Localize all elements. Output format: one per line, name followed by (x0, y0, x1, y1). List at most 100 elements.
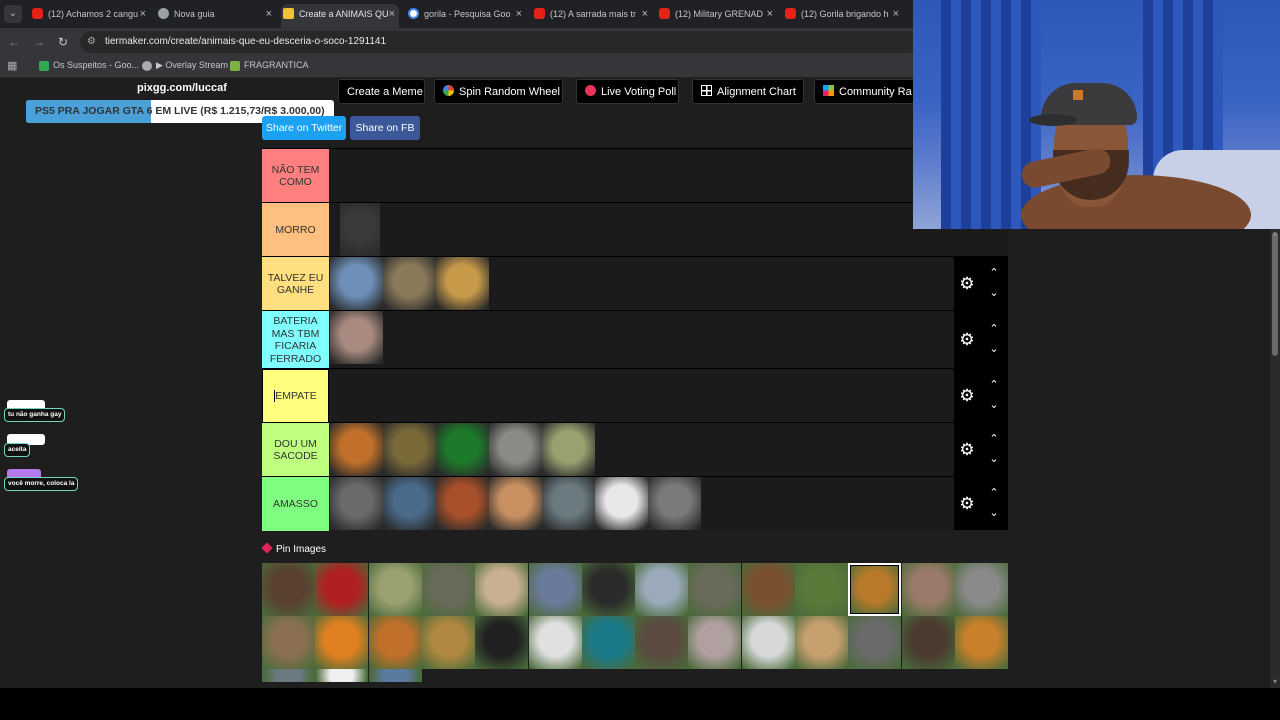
scroll-down-arrow[interactable]: ▾ (1270, 677, 1280, 687)
close-tab-icon[interactable]: × (767, 4, 773, 24)
giraffe-image[interactable] (436, 257, 489, 310)
reload-button[interactable]: ↻ (55, 34, 71, 50)
elephant-image[interactable] (489, 423, 542, 476)
bison-image[interactable] (262, 563, 315, 616)
alignment-chart-button[interactable]: Alignment Chart (692, 79, 804, 104)
scroll-up-arrow[interactable]: ▴ (1270, 229, 1280, 239)
close-tab-icon[interactable]: × (516, 4, 522, 24)
create-meme-button[interactable]: Create a Meme (338, 79, 425, 104)
caracal-image[interactable] (489, 477, 542, 530)
chevron-up-icon[interactable]: ⌃ (988, 434, 1000, 445)
bookmark-os-suspeitos[interactable]: Os Suspeitos - Goo... (39, 60, 139, 71)
crocodile-image[interactable] (795, 563, 848, 616)
otter-image[interactable] (262, 616, 315, 669)
rhino-image[interactable] (848, 616, 902, 669)
tier-label[interactable]: EMPATE (262, 369, 329, 423)
bookmark-overlay-stream[interactable]: ▶ Overlay Stream (142, 60, 228, 71)
wolf-image[interactable] (954, 563, 1008, 616)
close-tab-icon[interactable]: × (389, 4, 395, 24)
mole-image[interactable] (436, 477, 489, 530)
forward-button[interactable]: → (31, 34, 47, 50)
black-panther-image[interactable] (475, 616, 529, 669)
chevron-down-icon[interactable]: ⌄ (988, 400, 1000, 411)
eagle-image[interactable] (330, 257, 383, 310)
chevron-down-icon[interactable]: ⌄ (988, 288, 1000, 299)
kangaroo-image[interactable] (901, 563, 955, 616)
seal-image[interactable] (262, 669, 315, 682)
hyena-image[interactable] (475, 563, 529, 616)
seal-image[interactable] (542, 477, 595, 530)
tier-label[interactable]: BATERIA MAS TBM FICARIA FERRADO (262, 311, 329, 369)
snake-image[interactable] (436, 423, 489, 476)
boar-image[interactable] (901, 616, 955, 669)
chevron-up-icon[interactable]: ⌃ (988, 324, 1000, 335)
tier-label[interactable]: TALVEZ EU GANHE (262, 257, 329, 311)
tab-search-button[interactable]: ⌄ (4, 5, 22, 23)
community-rank-button[interactable]: Community Ra (814, 79, 924, 104)
browser-tab[interactable]: Nova guia × (156, 4, 276, 28)
gorilla-image[interactable] (340, 203, 380, 256)
cheetah-image[interactable] (368, 563, 422, 616)
gear-icon[interactable]: ⚙ (958, 275, 976, 293)
tier-label[interactable]: MORRO (262, 203, 329, 257)
back-button[interactable]: ← (6, 34, 22, 50)
tier-label[interactable]: AMASSO (262, 477, 329, 531)
gear-icon[interactable]: ⚙ (958, 387, 976, 405)
gear-icon[interactable]: ⚙ (958, 331, 976, 349)
lion-image[interactable] (848, 563, 902, 616)
browser-tab[interactable]: (12) Achamos 2 cangu × (30, 4, 150, 28)
orangutan-image[interactable] (368, 616, 422, 669)
warthog-image[interactable] (688, 563, 742, 616)
close-tab-icon[interactable]: × (266, 4, 272, 24)
panda-image[interactable] (315, 669, 369, 682)
close-tab-icon[interactable]: × (642, 4, 648, 24)
goose-image[interactable] (595, 477, 648, 530)
moose-image[interactable] (383, 257, 436, 310)
ostrich-image[interactable] (330, 477, 383, 530)
peacock-image[interactable] (581, 616, 635, 669)
ape-image[interactable] (330, 311, 383, 364)
bird-image[interactable] (795, 616, 848, 669)
tier-label[interactable]: DOU UM SACODE (262, 423, 329, 477)
apps-icon[interactable]: ▦ (7, 60, 19, 72)
share-fb-button[interactable]: Share on FB (350, 116, 420, 140)
chevron-up-icon[interactable]: ⌃ (988, 380, 1000, 391)
scrollbar-thumb[interactable] (1272, 232, 1278, 356)
red-panther-image[interactable] (315, 563, 369, 616)
gear-icon[interactable]: ⚙ (958, 441, 976, 459)
raccoon-image[interactable] (648, 477, 701, 530)
cheetah-image[interactable] (542, 423, 595, 476)
gear-icon[interactable]: ⚙ (958, 495, 976, 513)
chevron-down-icon[interactable]: ⌄ (988, 454, 1000, 465)
bald-eagle-image[interactable] (421, 563, 475, 616)
tier-label[interactable]: NÃO TEM COMO (262, 149, 329, 203)
penguin-image[interactable] (741, 616, 795, 669)
rottweiler-image[interactable] (581, 563, 635, 616)
shark-image[interactable] (368, 669, 422, 682)
chevron-down-icon[interactable]: ⌄ (988, 508, 1000, 519)
chevron-up-icon[interactable]: ⌃ (988, 268, 1000, 279)
turkey-image[interactable] (635, 616, 689, 669)
bookmark-fragrantica[interactable]: FRAGRANTICA (230, 60, 309, 71)
zebra-image[interactable] (383, 477, 436, 530)
chevron-down-icon[interactable]: ⌄ (988, 344, 1000, 355)
hippo-image[interactable] (528, 563, 582, 616)
spin-wheel-button[interactable]: Spin Random Wheel (434, 79, 563, 104)
orangutan-image[interactable] (330, 423, 383, 476)
red-monkey-image[interactable] (315, 616, 369, 669)
address-bar[interactable]: ⚙ tiermaker.com/create/animais-que-eu-de… (80, 31, 920, 53)
live-poll-button[interactable]: Live Voting Poll (576, 79, 679, 104)
close-tab-icon[interactable]: × (893, 4, 899, 24)
browser-tab[interactable]: (12) Gorila brigando h × (783, 4, 903, 28)
close-tab-icon[interactable]: × (140, 4, 146, 24)
browser-tab[interactable]: (12) Military GRENAD × (657, 4, 777, 28)
tiger-image[interactable] (954, 616, 1008, 669)
chevron-up-icon[interactable]: ⌃ (988, 488, 1000, 499)
husky-image[interactable] (635, 563, 689, 616)
swan-image[interactable] (528, 616, 582, 669)
browser-tab[interactable]: gorila - Pesquisa Goo × (406, 4, 526, 28)
browser-tab[interactable]: Create a ANIMAIS QU × (281, 4, 399, 28)
pitbull-image[interactable] (688, 616, 742, 669)
site-info-icon[interactable]: ⚙ (87, 36, 99, 48)
share-twitter-button[interactable]: Share on Twitter (262, 116, 346, 140)
